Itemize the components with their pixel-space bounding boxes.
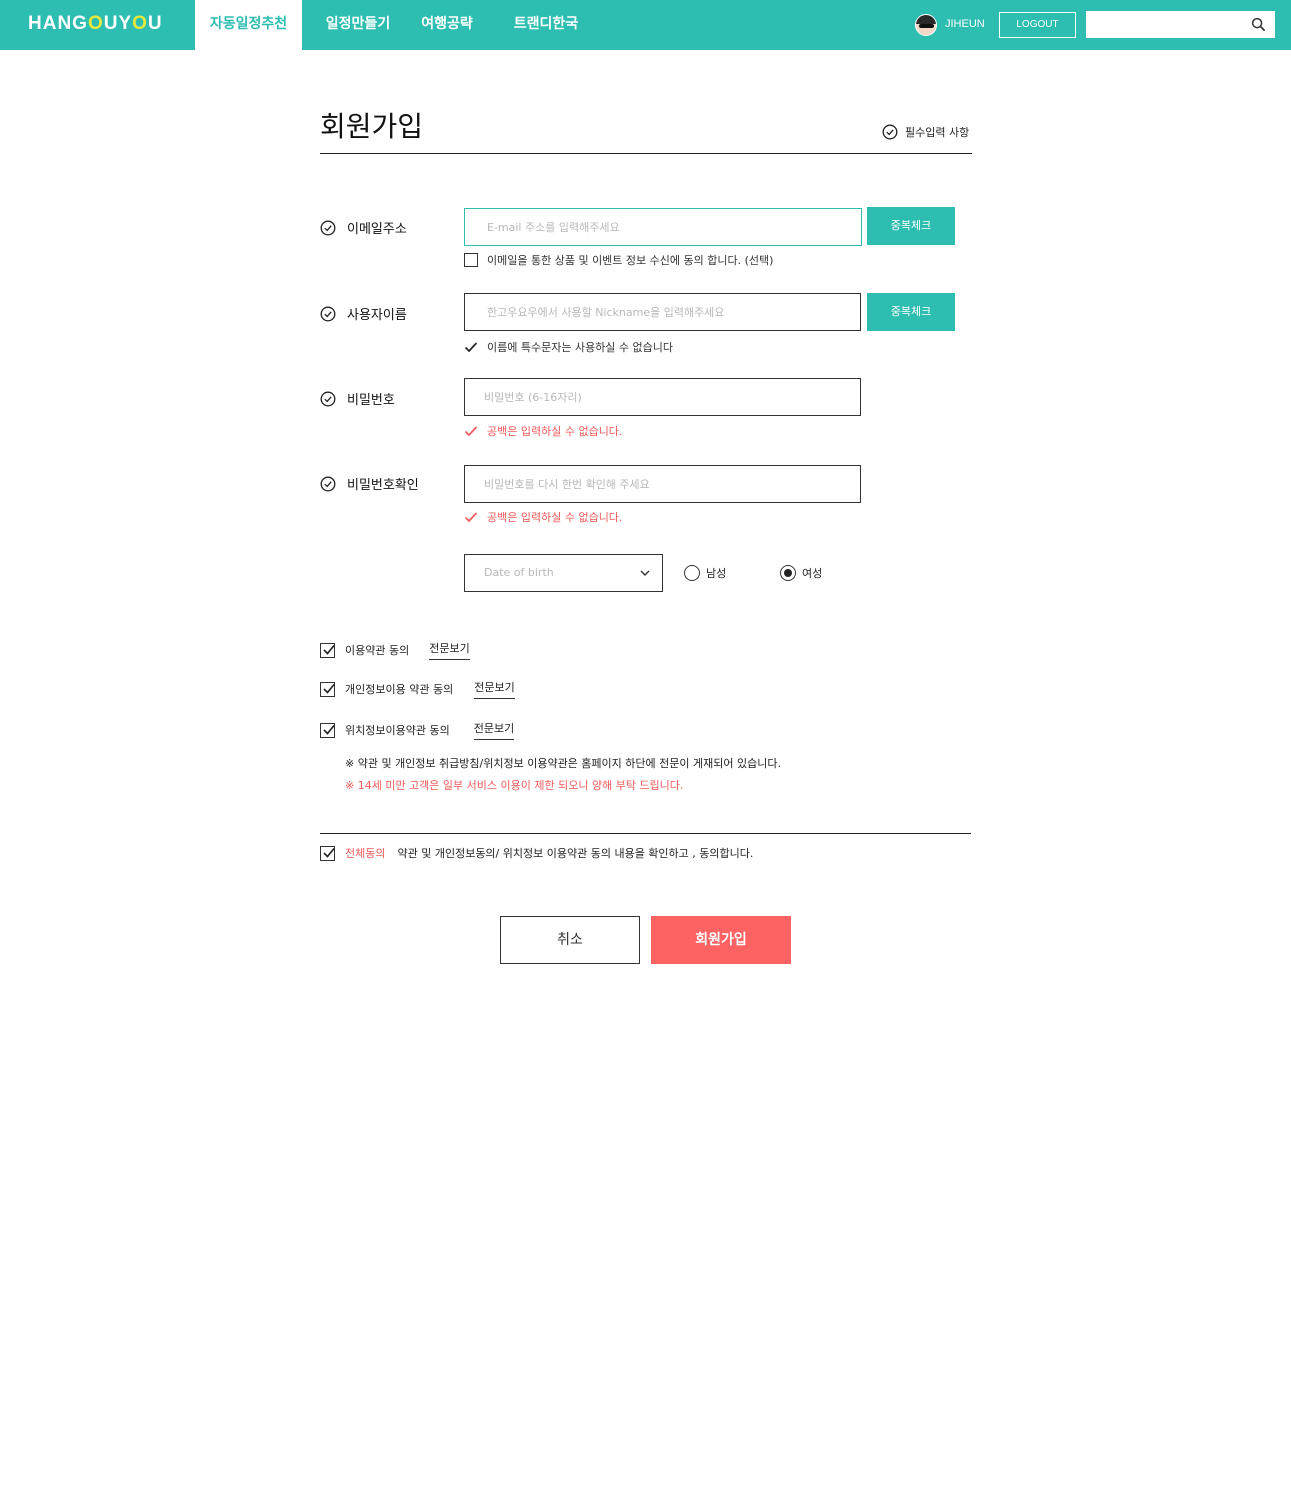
agreement-terms-label: 이용약관 동의 bbox=[345, 644, 410, 657]
gender-female-label: 여성 bbox=[802, 567, 823, 580]
agreement-terms-checkbox[interactable] bbox=[320, 642, 335, 658]
agreement-privacy-checkbox[interactable] bbox=[320, 681, 335, 697]
password-error-text: 공백은 입력하실 수 없습니다. bbox=[487, 425, 623, 438]
agreement-location-checkbox[interactable] bbox=[320, 722, 335, 738]
page-title: 회원가입 bbox=[320, 110, 424, 143]
signup-button[interactable]: 회원가입 bbox=[651, 916, 791, 964]
gender-male-radio[interactable] bbox=[684, 565, 700, 581]
search-input[interactable] bbox=[1086, 11, 1246, 38]
checkmark-icon bbox=[464, 426, 478, 437]
nav-tab-travel-guide[interactable]: 여행공략 bbox=[406, 0, 488, 50]
agreement-privacy-label: 개인정보이용 약관 동의 bbox=[345, 683, 454, 696]
password-error: 공백은 입력하실 수 없습니다. bbox=[464, 423, 622, 439]
agreement-location: 위치정보이용약관 동의 전문보기 bbox=[320, 720, 515, 740]
title-divider bbox=[320, 153, 972, 154]
gender-male-label: 남성 bbox=[706, 567, 727, 580]
username-field[interactable] bbox=[464, 293, 861, 331]
email-label-text: 이메일주소 bbox=[347, 222, 407, 237]
username: JIHEUN bbox=[945, 18, 985, 30]
agreement-divider bbox=[320, 833, 971, 834]
username-label-text: 사용자이름 bbox=[347, 308, 407, 323]
circle-check-icon bbox=[882, 124, 898, 140]
email-duplicate-check-button[interactable]: 중복체크 bbox=[867, 207, 955, 245]
password-confirm-label: 비밀번호확인 bbox=[320, 474, 419, 493]
required-note-label: 필수입력 사항 bbox=[905, 126, 970, 139]
logo[interactable]: HANGOUYOU bbox=[28, 13, 163, 35]
avatar[interactable] bbox=[915, 14, 937, 36]
circle-check-icon bbox=[320, 306, 336, 321]
agreement-all-label: 전체동의 bbox=[345, 847, 386, 860]
password-label: 비밀번호 bbox=[320, 389, 395, 408]
email-consent-label: 이메일을 통한 상품 및 이벤트 정보 수신에 동의 합니다. (선택) bbox=[487, 254, 774, 267]
agreement-location-view-link[interactable]: 전문보기 bbox=[473, 720, 515, 740]
agreement-all-checkbox[interactable] bbox=[320, 845, 335, 861]
agreement-all-text: 약관 및 개인정보동의/ 위치정보 이용약관 동의 내용을 확인하고 , 동의합… bbox=[397, 847, 754, 860]
cancel-button[interactable]: 취소 bbox=[500, 916, 640, 964]
date-of-birth-placeholder: Date of birth bbox=[484, 566, 554, 579]
agreement-privacy: 개인정보이용 약관 동의 전문보기 bbox=[320, 679, 515, 699]
required-note: 필수입력 사항 bbox=[882, 124, 969, 140]
agreement-terms: 이용약관 동의 전문보기 bbox=[320, 640, 470, 660]
password-confirm-error: 공백은 입력하실 수 없습니다. bbox=[464, 509, 622, 525]
gender-male-option[interactable]: 남성 bbox=[684, 565, 726, 581]
password-confirm-label-text: 비밀번호확인 bbox=[347, 478, 419, 493]
checkmark-icon bbox=[464, 512, 478, 523]
agreement-notice: ※ 약관 및 개인정보 취급방침/위치정보 이용약관은 홈페이지 하단에 전문이… bbox=[345, 757, 781, 770]
password-field[interactable] bbox=[464, 378, 861, 416]
circle-check-icon bbox=[320, 391, 336, 406]
checkmark-icon bbox=[464, 342, 478, 353]
nav-tab-make-schedule[interactable]: 일정만들기 bbox=[312, 0, 404, 50]
email-consent-checkbox[interactable] bbox=[464, 253, 478, 267]
password-confirm-field[interactable] bbox=[464, 465, 861, 503]
agreement-terms-view-link[interactable]: 전문보기 bbox=[429, 640, 470, 660]
search-icon[interactable] bbox=[1251, 17, 1266, 32]
gender-female-option[interactable]: 여성 bbox=[780, 565, 822, 581]
email-field[interactable] bbox=[464, 208, 862, 246]
circle-check-icon bbox=[320, 476, 336, 491]
username-label: 사용자이름 bbox=[320, 304, 407, 323]
email-consent: 이메일을 통한 상품 및 이벤트 정보 수신에 동의 합니다. (선택) bbox=[464, 252, 773, 268]
agreement-location-label: 위치정보이용약관 동의 bbox=[345, 724, 450, 737]
age-restriction-notice: ※ 14세 미만 고객은 일부 서비스 이용이 제한 되오니 양해 부탁 드립니… bbox=[345, 779, 684, 792]
email-label: 이메일주소 bbox=[320, 218, 407, 237]
nav-tab-trendy-korea[interactable]: 트랜디한국 bbox=[502, 0, 590, 50]
agreement-all: 전체동의 약관 및 개인정보동의/ 위치정보 이용약관 동의 내용을 확인하고 … bbox=[320, 845, 753, 861]
password-confirm-error-text: 공백은 입력하실 수 없습니다. bbox=[487, 511, 623, 524]
username-duplicate-check-button[interactable]: 중복체크 bbox=[867, 293, 955, 331]
chevron-down-icon bbox=[640, 570, 650, 576]
gender-female-radio[interactable] bbox=[780, 565, 796, 581]
top-navigation-bar: HANGOUYOU 자동일정추천 일정만들기 여행공략 트랜디한국 JIHEUN… bbox=[0, 0, 1291, 50]
date-of-birth-select[interactable]: Date of birth bbox=[464, 554, 663, 592]
nav-tab-auto-recommend[interactable]: 자동일정추천 bbox=[195, 0, 302, 50]
logout-button[interactable]: LOGOUT bbox=[999, 12, 1076, 38]
username-hint-text: 이름에 특수문자는 사용하실 수 없습니다 bbox=[487, 341, 674, 354]
circle-check-icon bbox=[320, 220, 336, 235]
username-hint: 이름에 특수문자는 사용하실 수 없습니다 bbox=[464, 339, 673, 355]
agreement-privacy-view-link[interactable]: 전문보기 bbox=[474, 679, 515, 699]
search-box bbox=[1086, 11, 1275, 38]
password-label-text: 비밀번호 bbox=[347, 393, 395, 408]
